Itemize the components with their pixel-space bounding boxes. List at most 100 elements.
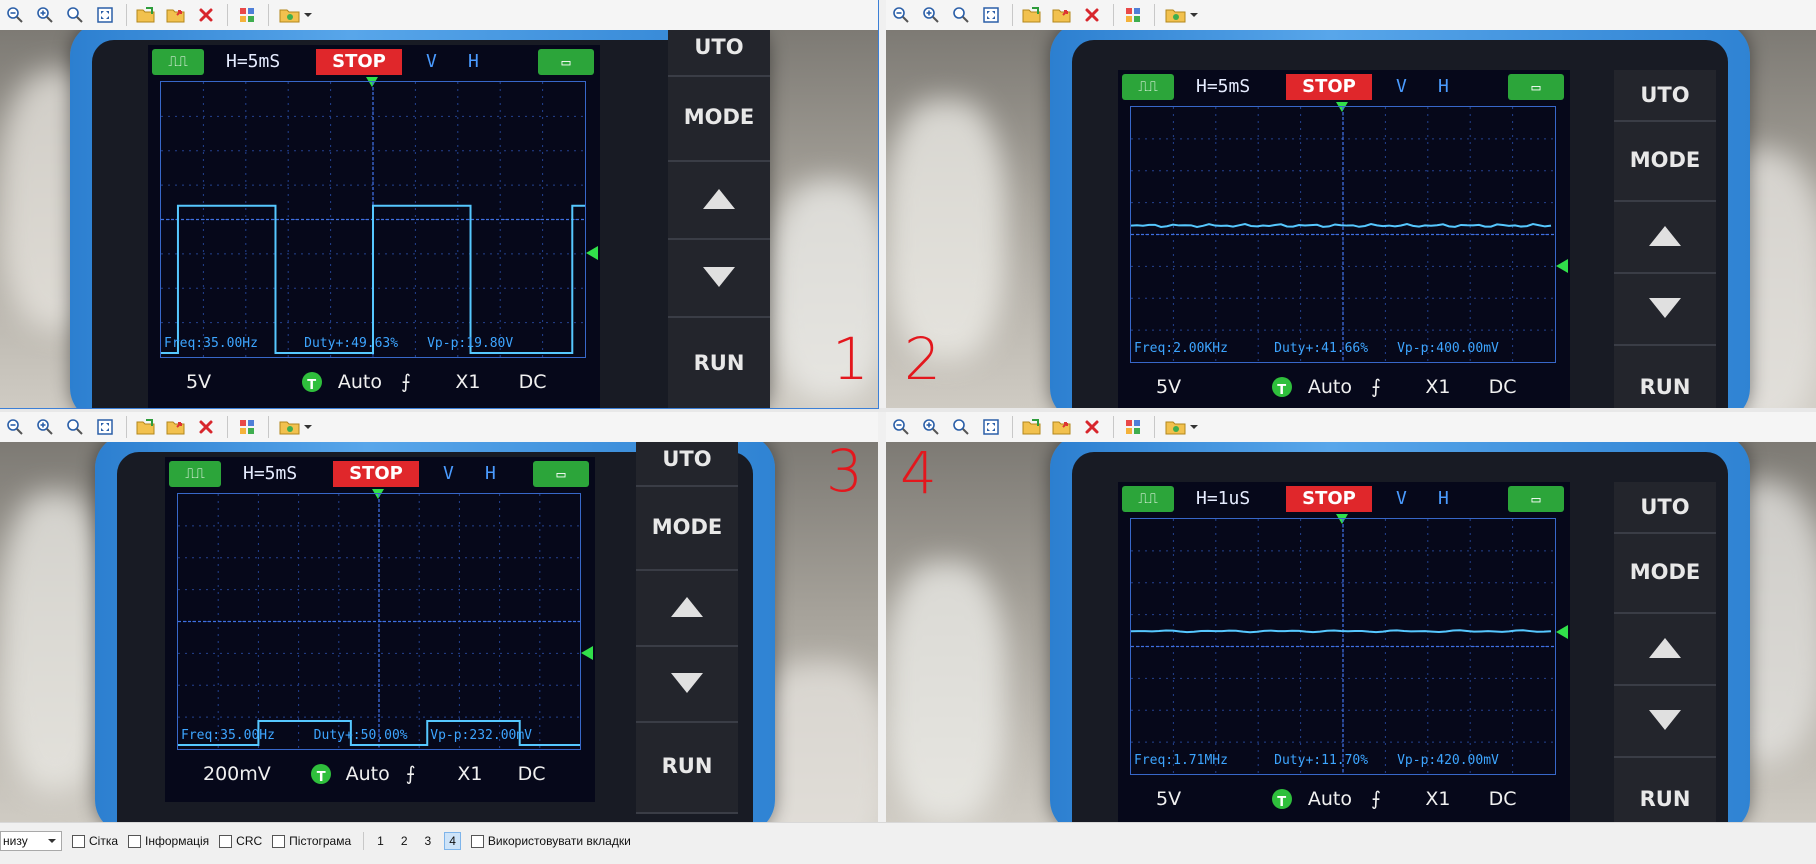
scope-grid [1130,518,1556,775]
zoom-out-icon [893,419,909,435]
up-key [1614,200,1716,274]
viewer-pane-2[interactable]: ⎍⎍ H=5mS STOP V H ▭ Freq:2.00KHz Duty+:4… [886,0,1816,408]
scope-top-bar: ⎍⎍ H=5mS STOP V H ▭ [165,461,595,487]
background-blur [886,562,1006,822]
toolbar-separator [227,416,228,438]
zoom-actual-button[interactable] [948,414,974,440]
zoom-in-button[interactable] [32,2,58,28]
scope-side-panel: UTO MODE RUN [1614,482,1716,822]
zoom-out-button[interactable] [888,414,914,440]
image-viewer[interactable]: ⎍⎍ H=5mS STOP V H ▭ Freq:35.00Hz Duty+:5… [0,442,878,822]
grid-button[interactable] [1120,414,1146,440]
viewer-toolbar [886,0,1816,30]
save-button[interactable] [163,2,189,28]
save-button[interactable] [1049,2,1075,28]
zoom-in-icon [37,419,53,435]
checkbox-use-tabs[interactable]: Використовувати вкладки [470,834,631,848]
image-viewer[interactable]: ⎍⎍ H=5mS STOP V H ▭ Freq:2.00KHz Duty+:4… [886,30,1816,408]
scope-bottom-bar: 5V T Auto ⨍ X1 DC [148,368,600,396]
scope-bottom-bar: 5V T Auto ⨍ X1 DC [1118,373,1570,401]
grid-button[interactable] [234,2,260,28]
fit-window-button[interactable] [92,414,118,440]
zoom-actual-icon [953,419,969,435]
viewer-pane-1[interactable]: ⎍⎍ H=5mS STOP V H ▭ Freq:35.00Hz Duty+:4… [0,0,879,409]
scope-grid [1130,106,1556,363]
checkbox-box[interactable] [219,834,233,848]
zoom-actual-button[interactable] [62,414,88,440]
auto-key: UTO [1614,482,1716,535]
trigger-icon: T [1271,789,1292,810]
zoom-out-button[interactable] [888,2,914,28]
grid-button[interactable] [1120,2,1146,28]
save-button[interactable] [163,414,189,440]
image-viewer[interactable]: ⎍⎍ H=1uS STOP V H ▭ Freq:1.71MHz Duty+:1… [886,442,1816,822]
viewer-pane-4[interactable]: ⎍⎍ H=1uS STOP V H ▭ Freq:1.71MHz Duty+:1… [886,412,1816,822]
fit-window-button[interactable] [92,2,118,28]
down-key [1614,272,1716,346]
checkbox-label: Використовувати вкладки [487,834,631,848]
checkbox-box[interactable] [72,834,85,848]
page-link-3[interactable]: 3 [421,833,436,849]
trigger-mode: Auto [345,763,390,785]
arrow-down-icon [1649,297,1681,318]
page-link-1[interactable]: 1 [373,833,388,849]
page-link-2[interactable]: 2 [397,833,412,849]
folder-menu-button[interactable] [275,2,315,28]
grid-button[interactable] [234,414,260,440]
delete-button[interactable] [1079,2,1105,28]
viewer-pane-3[interactable]: ⎍⎍ H=5mS STOP V H ▭ Freq:35.00Hz Duty+:5… [0,412,878,822]
waveform-icon: ⎍⎍ [1122,74,1174,100]
zoom-out-button[interactable] [2,414,28,440]
folder-menu-button[interactable] [1161,414,1201,440]
zoom-in-icon [923,419,939,435]
zoom-actual-button[interactable] [948,2,974,28]
open-button[interactable] [133,2,159,28]
scope-grid [160,81,586,358]
checkbox-box[interactable] [470,834,484,848]
open-button[interactable] [1019,2,1045,28]
grid-lines [178,494,580,749]
zoom-out-icon [893,7,909,23]
checkbox-crc[interactable]: CRC [219,834,262,848]
run-key: RUN [636,721,738,814]
v-label: V [426,51,437,72]
duty-readout: Duty+:49.63% [304,336,399,351]
frequency-readout: Freq:35.00Hz [181,728,275,743]
image-viewer[interactable]: ⎍⎍ H=5mS STOP V H ▭ Freq:35.00Hz Duty+:4… [0,30,878,408]
waveform-icon: ⎍⎍ [1122,486,1174,512]
checkbox-histogram[interactable]: Пістограма [272,834,351,848]
run-key: RUN [668,316,770,408]
folder-menu-button[interactable] [275,414,315,440]
open-button[interactable] [1019,414,1045,440]
zoom-in-button[interactable] [918,2,944,28]
zoom-out-button[interactable] [2,2,28,28]
handwritten-number: 4 [900,442,937,507]
checkbox-box[interactable] [128,834,142,848]
checkbox-info[interactable]: Інформація [128,834,209,848]
delete-button[interactable] [193,414,219,440]
frequency-readout: Freq:35.00Hz [164,336,258,351]
fit-window-button[interactable] [978,414,1004,440]
battery-icon: ▭ [538,49,594,75]
probe-setting: X1 [455,371,481,393]
folder-menu-icon [1165,421,1185,435]
layout-select[interactable]: низу [0,831,62,851]
save-button[interactable] [1049,414,1075,440]
zoom-actual-button[interactable] [62,2,88,28]
zoom-in-button[interactable] [918,414,944,440]
save-icon [166,9,185,23]
zoom-actual-icon [67,7,83,23]
zoom-in-button[interactable] [32,414,58,440]
page-link-4[interactable]: 4 [444,832,461,850]
checkbox-box[interactable] [272,834,286,848]
delete-button[interactable] [193,2,219,28]
open-button[interactable] [133,414,159,440]
fit-window-icon [97,419,113,435]
fit-window-button[interactable] [978,2,1004,28]
folder-menu-button[interactable] [1161,2,1201,28]
delete-button[interactable] [1079,414,1105,440]
vpp-readout: Vp-p:400.00mV [1397,341,1499,356]
volts-per-div: 5V [1156,376,1182,398]
checkbox-grid[interactable]: Сітка [72,834,118,848]
layout-select-value: низу [3,834,28,848]
